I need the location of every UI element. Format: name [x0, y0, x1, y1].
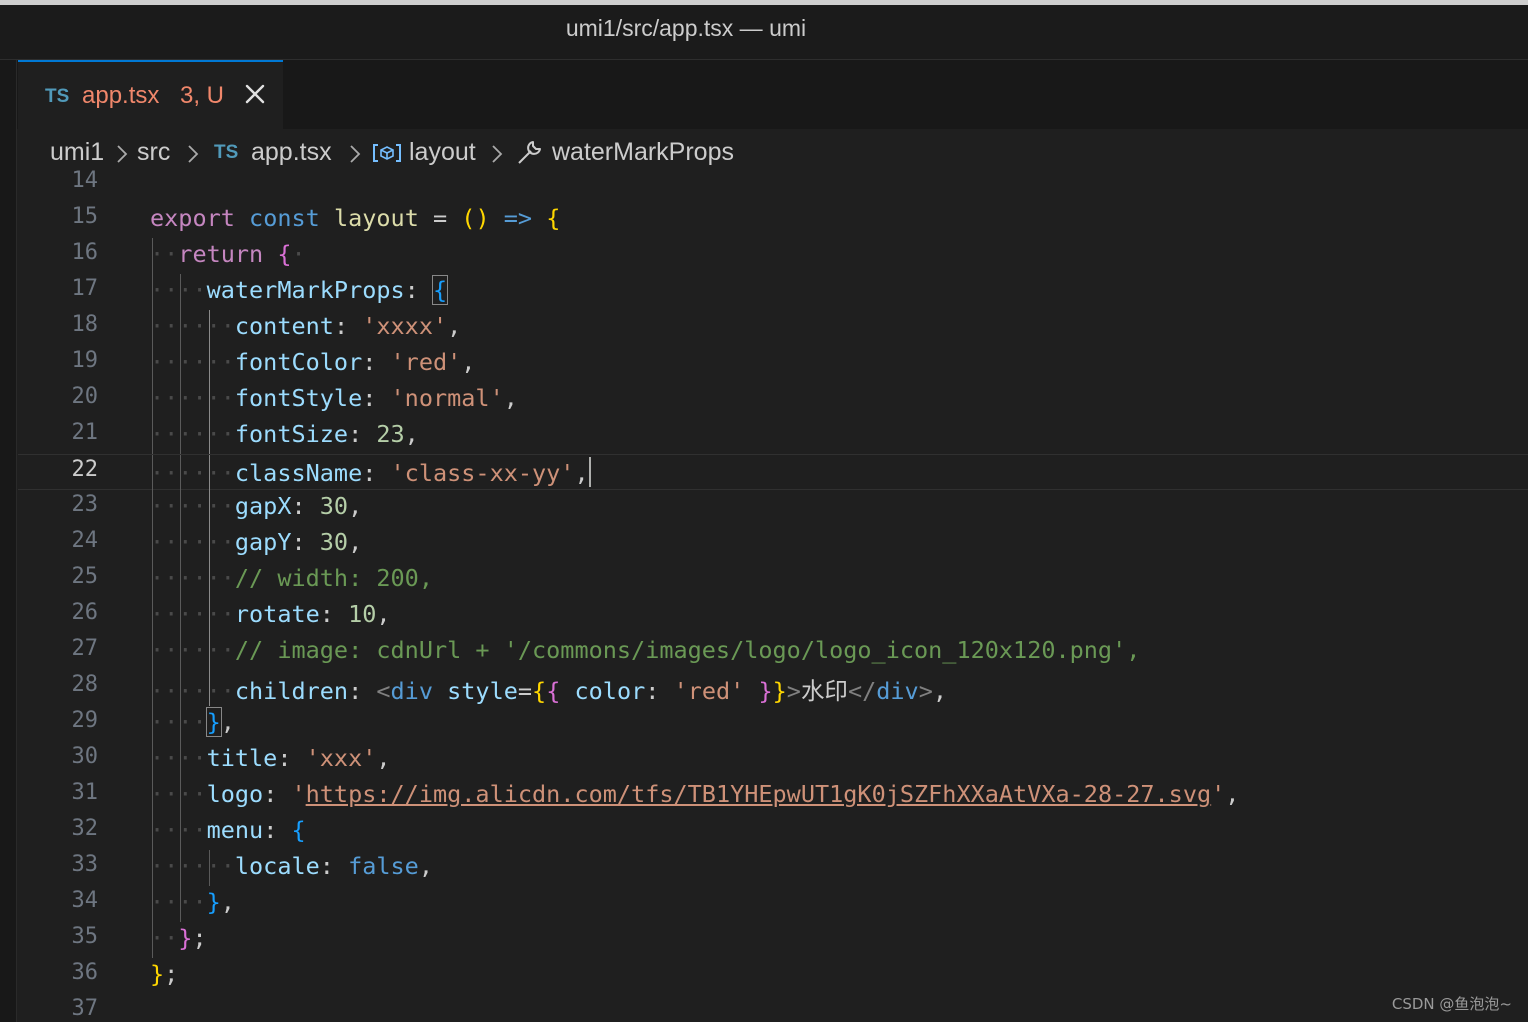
line-number: 36: [71, 960, 99, 985]
line-number: 16: [71, 240, 99, 265]
code-line: 37: [18, 994, 1528, 1022]
line-number: 14: [71, 168, 99, 193]
line-number: 32: [71, 816, 99, 841]
line-number: 27: [71, 636, 99, 661]
code-text: ····},: [150, 888, 235, 916]
code-line: 28 ······children: <div style={{ color: …: [18, 670, 1528, 706]
line-number: 19: [71, 348, 99, 373]
typescript-file-icon: TS: [45, 86, 70, 107]
code-text: ······children: <div style={{ color: 're…: [150, 677, 947, 705]
line-number: 23: [71, 492, 99, 517]
code-text: ······locale: false,: [150, 852, 433, 880]
csdn-watermark: CSDN @鱼泡泡~: [1391, 995, 1512, 1013]
code-line: 14: [18, 166, 1528, 202]
code-line: 30 ····title: 'xxx',: [18, 742, 1528, 778]
logo-url-link[interactable]: https://img.alicdn.com/tfs/TB1YHEpwUT1gK…: [306, 780, 1211, 808]
text-cursor: [588, 457, 591, 487]
code-line: 27 ······// image: cdnUrl + '/commons/im…: [18, 634, 1528, 670]
code-line: 35 ··};: [18, 922, 1528, 958]
line-number: 24: [71, 528, 99, 553]
close-icon[interactable]: [242, 81, 268, 107]
line-number: 18: [71, 312, 99, 337]
code-text: ······className: 'class-xx-yy',: [150, 457, 591, 487]
typescript-file-icon: TS: [214, 142, 239, 163]
code-line: 24 ······gapY: 30,: [18, 526, 1528, 562]
code-line: 25 ······// width: 200,: [18, 562, 1528, 598]
code-text: ······fontStyle: 'normal',: [150, 384, 518, 412]
code-text: ····menu: {: [150, 816, 306, 844]
line-number: 21: [71, 420, 99, 445]
chevron-right-icon: [188, 145, 199, 163]
breadcrumb-item-watermarkprops[interactable]: waterMarkProps: [552, 138, 734, 167]
line-number: 31: [71, 780, 99, 805]
code-line: 20 ······fontStyle: 'normal',: [18, 382, 1528, 418]
code-line: 26 ······rotate: 10,: [18, 598, 1528, 634]
wrench-icon: [518, 141, 541, 164]
code-line: 32 ····menu: {: [18, 814, 1528, 850]
tab-problem-status: 3, U: [180, 82, 225, 109]
line-number: 15: [71, 204, 99, 229]
line-number: 37: [71, 996, 99, 1021]
breadcrumb-item-src[interactable]: src: [137, 138, 170, 167]
code-text: ····title: 'xxx',: [150, 744, 391, 772]
code-line: 29 ····},: [18, 706, 1528, 742]
breadcrumb-item-layout[interactable]: layout: [409, 138, 476, 167]
line-number: 17: [71, 276, 99, 301]
window-title: umi1/src/app.tsx — umi: [565, 15, 807, 41]
code-line: 19 ······fontColor: 'red',: [18, 346, 1528, 382]
code-text: ··};: [150, 924, 207, 952]
code-line: 17 ····waterMarkProps: {: [18, 274, 1528, 310]
code-text: ······fontSize: 23,: [150, 420, 419, 448]
line-number: 35: [71, 924, 99, 949]
code-text: ····},: [150, 707, 235, 737]
chevron-right-icon: [492, 145, 503, 163]
code-text: ······content: 'xxxx',: [150, 312, 462, 340]
code-text: ······// image: cdnUrl + '/commons/image…: [150, 636, 1141, 664]
code-text: ······gapY: 30,: [150, 528, 363, 556]
code-text: ······gapX: 30,: [150, 492, 363, 520]
code-line: 18 ······content: 'xxxx',: [18, 310, 1528, 346]
activity-edge: [0, 60, 17, 1022]
code-editor[interactable]: 14 15 export const layout = () => { 16 ·…: [18, 166, 1528, 1022]
code-line: 21 ······fontSize: 23,: [18, 418, 1528, 454]
code-line: 15 export const layout = () => {: [18, 202, 1528, 238]
line-number: 29: [71, 708, 99, 733]
code-text: ··return {·: [150, 240, 306, 268]
code-line: 33 ······locale: false,: [18, 850, 1528, 886]
title-bar: umi1/src/app.tsx — umi: [0, 5, 1528, 60]
code-line: 31 ····logo: 'https://img.alicdn.com/tfs…: [18, 778, 1528, 814]
tab-filename: app.tsx: [82, 82, 160, 109]
code-line-active: 22 ······className: 'class-xx-yy',: [18, 454, 1528, 491]
chevron-right-icon: [117, 145, 128, 163]
line-number: 34: [71, 888, 99, 913]
line-number: 22: [71, 457, 99, 482]
breadcrumb-item-umi1[interactable]: umi1: [50, 138, 104, 167]
code-line: 34 ····},: [18, 886, 1528, 922]
line-number: 28: [71, 672, 99, 697]
code-text: ······fontColor: 'red',: [150, 348, 476, 376]
code-line: 36 };: [18, 958, 1528, 994]
tab-app-tsx[interactable]: TS app.tsx 3, U: [18, 60, 283, 129]
code-text: ······// width: 200,: [150, 564, 433, 592]
code-text: ····logo: 'https://img.alicdn.com/tfs/TB…: [150, 780, 1240, 808]
line-number: 33: [71, 852, 99, 877]
line-number: 30: [71, 744, 99, 769]
code-line: 23 ······gapX: 30,: [18, 490, 1528, 526]
code-text: ······rotate: 10,: [150, 600, 391, 628]
chevron-right-icon: [350, 145, 361, 163]
variable-icon: [373, 144, 401, 162]
line-number: 25: [71, 564, 99, 589]
breadcrumb-item-app-tsx[interactable]: app.tsx: [251, 138, 332, 167]
code-text: export const layout = () => {: [150, 204, 561, 232]
code-text: };: [150, 960, 179, 988]
code-line: 16 ··return {·: [18, 238, 1528, 274]
code-text: ····waterMarkProps: {: [150, 275, 449, 305]
line-number: 20: [71, 384, 99, 409]
line-number: 26: [71, 600, 99, 625]
